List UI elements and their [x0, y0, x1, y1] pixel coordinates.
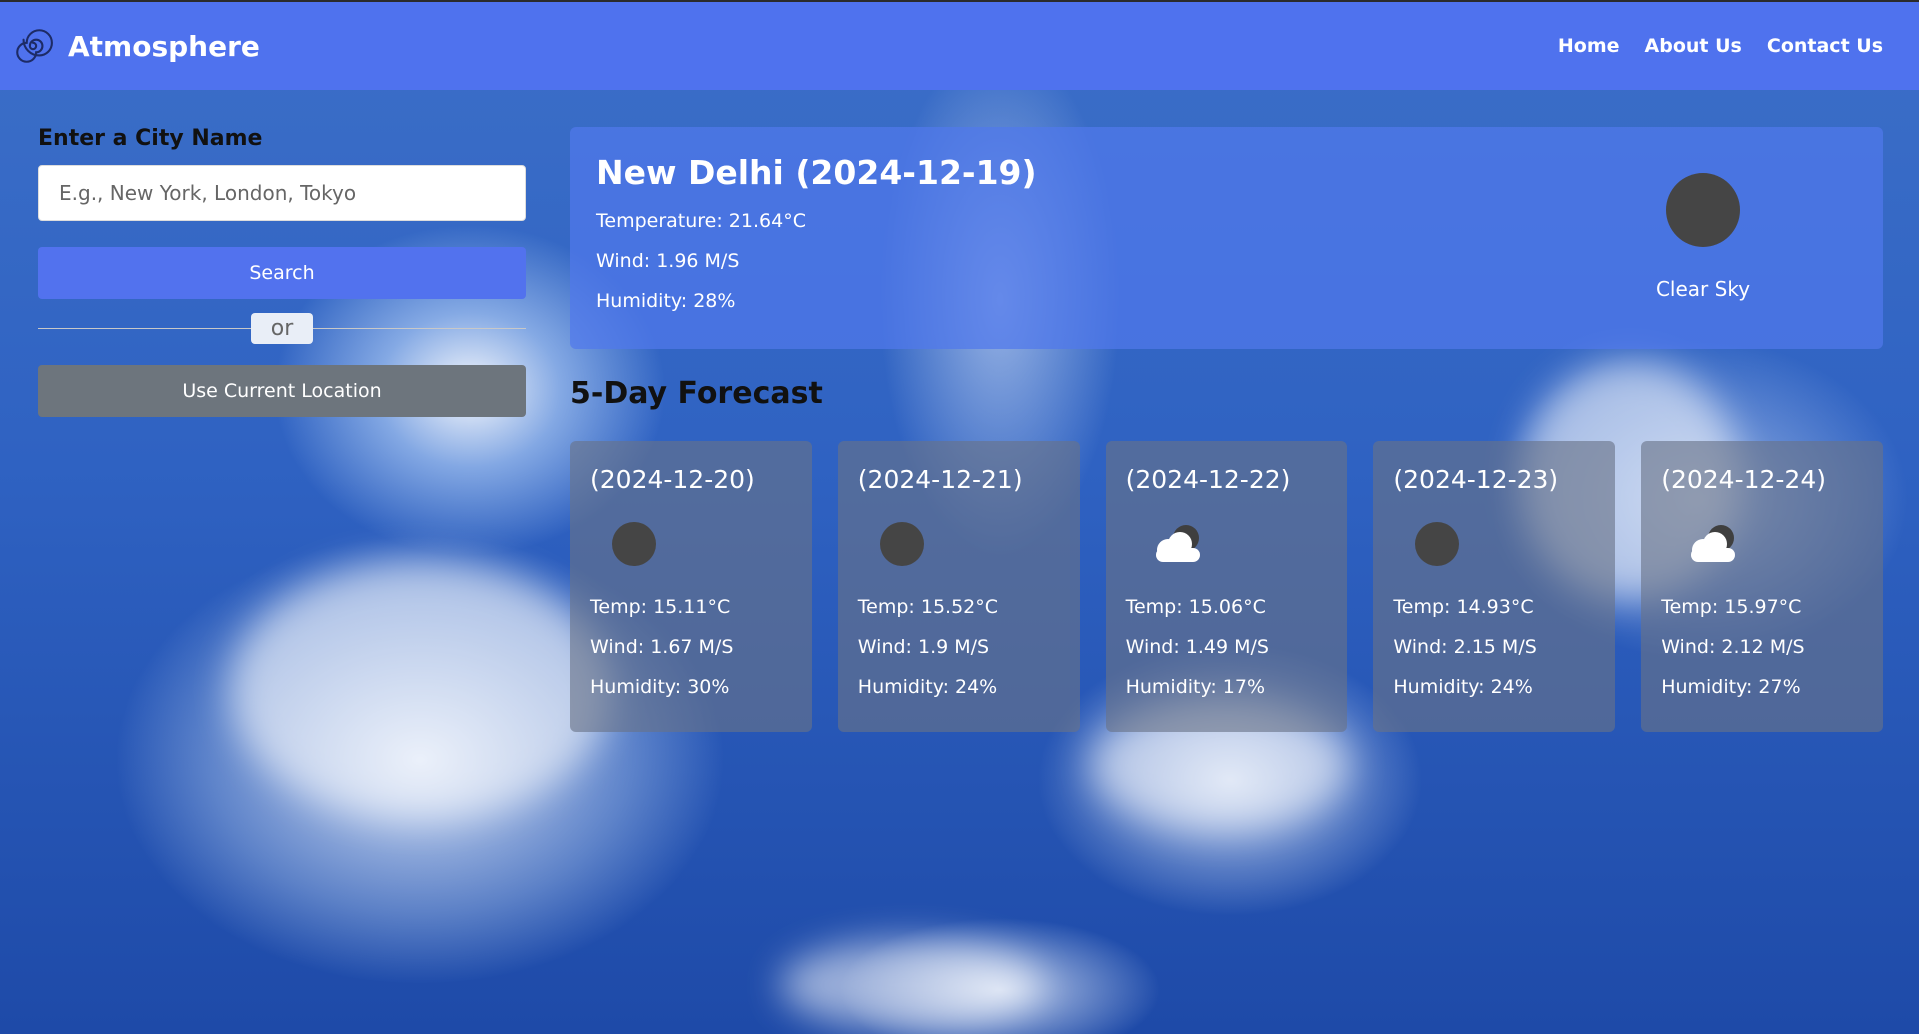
forecast-date: (2024-12-24) [1661, 465, 1826, 494]
forecast-wind: Wind: 2.12 M/S [1661, 636, 1805, 658]
forecast-date: (2024-12-22) [1125, 465, 1291, 494]
forecast-humidity: Humidity: 24% [1393, 676, 1533, 698]
forecast-wind: Wind: 1.49 M/S [1125, 636, 1269, 658]
divider-text: or [251, 313, 313, 344]
nav-contact-link[interactable]: Contact Us [1767, 35, 1883, 57]
nav-home-link[interactable]: Home [1558, 35, 1620, 57]
forecast-date: (2024-12-20) [590, 465, 755, 494]
forecast-icon-wrap [1661, 514, 1863, 574]
background-cloud [780, 940, 1040, 1030]
cloudy-night-icon [1155, 525, 1200, 562]
background-cloud [230, 560, 610, 820]
forecast-list: (2024-12-20) Temp: 15.11°C Wind: 1.67 M/… [570, 441, 1883, 732]
forecast-day-card: (2024-12-20) Temp: 15.11°C Wind: 1.67 M/… [570, 441, 812, 732]
forecast-day-card: (2024-12-24) Temp: 15.97°C Wind: 2.12 M/… [1641, 441, 1883, 732]
cloudy-night-icon [1691, 525, 1736, 562]
forecast-temp: Temp: 15.06°C [1125, 596, 1266, 618]
forecast-day-card: (2024-12-21) Temp: 15.52°C Wind: 1.9 M/S… [837, 441, 1080, 732]
forecast-humidity: Humidity: 30% [590, 676, 730, 698]
forecast-day-card: (2024-12-22) Temp: 15.06°C Wind: 1.49 M/… [1105, 441, 1348, 732]
current-weather-card: New Delhi (2024-12-19) Temperature: 21.6… [570, 127, 1883, 349]
forecast-temp: Temp: 15.97°C [1661, 596, 1802, 618]
forecast-wind: Wind: 1.67 M/S [590, 636, 734, 658]
forecast-wind: Wind: 2.15 M/S [1393, 636, 1537, 658]
spiral-icon [16, 29, 53, 63]
or-divider: or [38, 313, 526, 344]
brand[interactable]: Atmosphere [12, 25, 260, 67]
clear-sky-icon [1666, 173, 1740, 247]
forecast-icon-wrap [590, 514, 792, 574]
forecast-humidity: Humidity: 27% [1661, 676, 1801, 698]
clear-night-icon [879, 522, 924, 566]
forecast-day-card: (2024-12-23) Temp: 14.93°C Wind: 2.15 M/… [1373, 441, 1616, 732]
forecast-wind: Wind: 1.9 M/S [857, 636, 990, 658]
forecast-temp: Temp: 14.93°C [1393, 596, 1534, 618]
forecast-date: (2024-12-21) [857, 465, 1023, 494]
search-button[interactable]: Search [38, 247, 526, 299]
forecast-icon-wrap [858, 514, 1060, 574]
forecast-temp: Temp: 15.52°C [857, 596, 999, 618]
nav-links: Home About Us Contact Us [1558, 35, 1883, 57]
clear-night-icon [612, 522, 656, 566]
forecast-title: 5-Day Forecast [570, 376, 823, 411]
city-search-input[interactable] [38, 165, 526, 221]
search-panel: Enter a City Name Search or Use Current … [38, 126, 526, 417]
forecast-icon-wrap [1126, 514, 1328, 574]
forecast-humidity: Humidity: 17% [1125, 676, 1266, 698]
use-current-location-button[interactable]: Use Current Location [38, 365, 526, 417]
navbar: Atmosphere Home About Us Contact Us [0, 0, 1919, 90]
current-condition-label: Clear Sky [1655, 277, 1751, 301]
current-condition: Clear Sky [1633, 173, 1773, 301]
city-input-label: Enter a City Name [38, 126, 263, 151]
brand-name: Atmosphere [68, 29, 260, 63]
forecast-icon-wrap [1393, 514, 1595, 574]
nav-about-link[interactable]: About Us [1645, 35, 1742, 57]
forecast-humidity: Humidity: 24% [857, 676, 998, 698]
forecast-temp: Temp: 15.11°C [590, 596, 731, 618]
forecast-date: (2024-12-23) [1393, 465, 1559, 494]
clear-night-icon [1415, 522, 1460, 566]
